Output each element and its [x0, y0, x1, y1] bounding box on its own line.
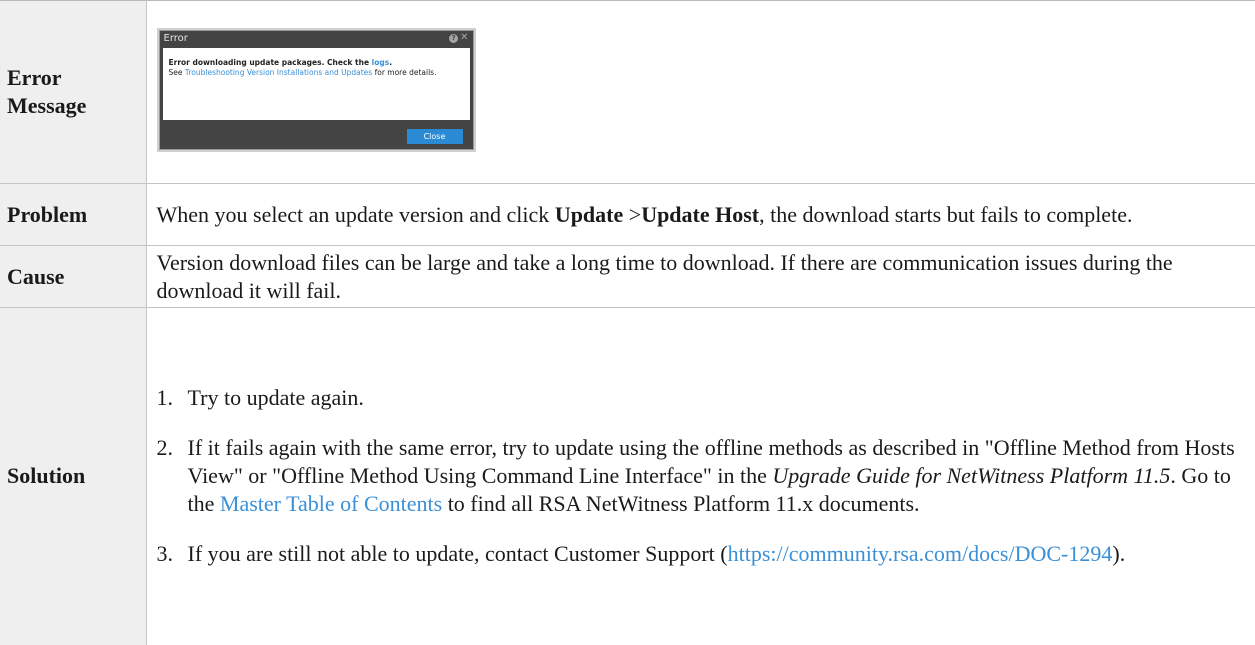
- master-toc-link[interactable]: Master Table of Contents: [220, 491, 442, 516]
- solution-steps: 1. Try to update again. 2. If it fails a…: [157, 384, 1242, 568]
- label-cause: Cause: [0, 245, 147, 308]
- dialog-title-icons: ? ✕: [449, 32, 469, 43]
- support-link[interactable]: https://community.rsa.com/docs/DOC-1294: [728, 541, 1113, 566]
- label-error-message: Error Message: [0, 0, 147, 184]
- logs-link: logs: [371, 58, 390, 67]
- content-error-message: Error ? ✕ Error downloading update packa…: [146, 1, 1255, 184]
- row-problem: Problem When you select an update versio…: [0, 183, 1255, 246]
- troubleshooting-link: Troubleshooting Version Installations an…: [184, 68, 373, 77]
- label-line-2: Message: [7, 93, 87, 118]
- dialog-body: Error downloading update packages. Check…: [162, 48, 470, 120]
- label-solution: Solution: [0, 307, 147, 645]
- close-button: Close: [406, 129, 463, 144]
- row-error-message: Error Message Error ? ✕ Error downloadin…: [0, 0, 1255, 184]
- dialog-message: Error downloading update packages. Check…: [168, 58, 393, 67]
- row-solution: Solution 1. Try to update again. 2. If i…: [0, 307, 1255, 645]
- dialog-see-text: See Troubleshooting Version Installation…: [168, 68, 437, 77]
- step-2: 2. If it fails again with the same error…: [156, 435, 1235, 517]
- close-icon: ✕: [460, 32, 469, 43]
- step-1: 1. Try to update again.: [156, 385, 364, 411]
- troubleshooting-table: Error Message Error ? ✕ Error downloadin…: [0, 0, 1255, 645]
- dialog-title: Error: [163, 33, 188, 44]
- label-line-1: Error: [7, 65, 62, 90]
- content-problem: When you select an update version and cl…: [156, 201, 1133, 227]
- error-dialog-screenshot: Error ? ✕ Error downloading update packa…: [158, 30, 474, 150]
- content-solution: 1. Try to update again. 2. If it fails a…: [146, 308, 1255, 645]
- step-3: 3. If you are still not able to update, …: [156, 541, 1126, 567]
- label-problem: Problem: [0, 183, 147, 246]
- content-cause: Version download files can be large and …: [156, 249, 1173, 303]
- help-icon: ?: [449, 33, 459, 43]
- row-cause: Cause Version download files can be larg…: [0, 245, 1255, 308]
